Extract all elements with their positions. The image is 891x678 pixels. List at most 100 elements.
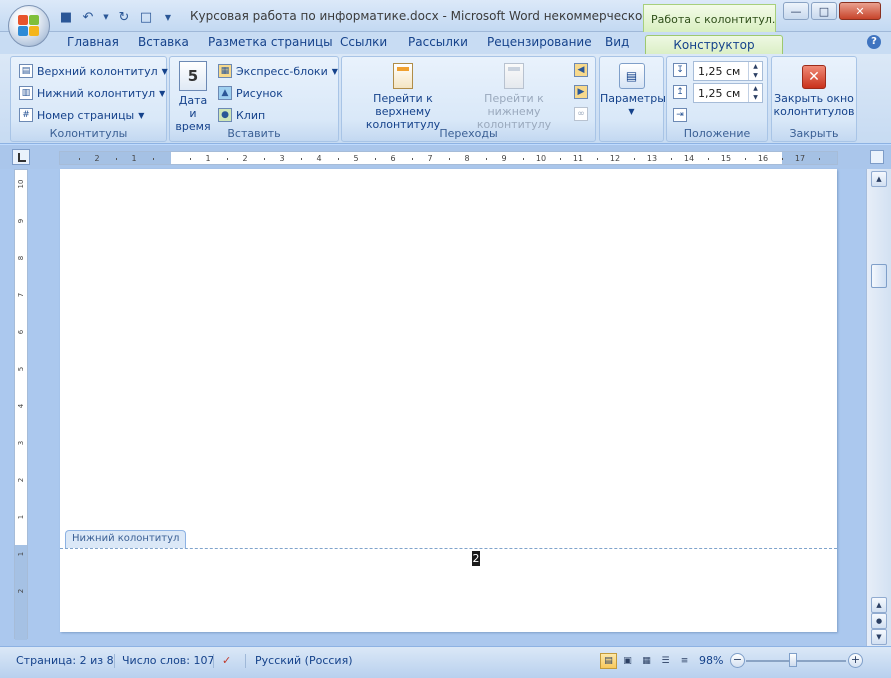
- help-icon[interactable]: ?: [867, 35, 881, 49]
- maximize-button[interactable]: □: [811, 2, 837, 20]
- tab-selector-icon[interactable]: [12, 149, 30, 165]
- next-page-icon[interactable]: ▼: [871, 629, 887, 645]
- ruler-tick-label: 17: [794, 154, 806, 163]
- spelling-check-icon[interactable]: ✓: [222, 654, 231, 667]
- close-icon: ✕: [802, 65, 826, 89]
- draft-view-icon[interactable]: ≡: [676, 653, 693, 669]
- page-number-field[interactable]: 2: [472, 551, 480, 566]
- spinner-arrows-icon[interactable]: ▲ ▼: [748, 84, 762, 102]
- group-label: Колонтитулы: [49, 127, 128, 140]
- ruler-tick-mark: [374, 158, 376, 160]
- ruler-tick-mark: [115, 158, 117, 160]
- tab-home[interactable]: Главная: [67, 35, 119, 54]
- outline-view-icon[interactable]: ☰: [657, 653, 674, 669]
- picture-button[interactable]: ▲ Рисунок: [218, 83, 283, 103]
- ruler-tick-label: 14: [683, 154, 695, 163]
- group-label: Закрыть: [789, 127, 839, 140]
- next-section-icon[interactable]: ▶: [574, 85, 588, 99]
- language-indicator[interactable]: Русский (Россия): [255, 654, 353, 667]
- footer-icon: ▥: [19, 86, 33, 100]
- options-button[interactable]: ▤ Параметры ▼: [600, 63, 666, 118]
- clip-art-button[interactable]: ● Клип: [218, 105, 265, 125]
- vertical-ruler[interactable]: 10 9 8 7 6 5 4 3 2 1 1 2: [14, 169, 28, 640]
- close-header-footer-button[interactable]: ✕ Закрыть окно колонтитулов: [772, 65, 856, 118]
- vertical-scrollbar[interactable]: ▲ ▲ ● ▼: [866, 169, 891, 646]
- web-layout-view-icon[interactable]: ▦: [638, 653, 655, 669]
- tab-view[interactable]: Вид: [605, 35, 629, 54]
- vruler-tick-label: 8: [17, 255, 25, 261]
- dropdown-arrow-icon: ▼: [138, 110, 145, 120]
- dropdown-arrow-icon: ▼: [159, 88, 166, 98]
- vruler-tick-label: 10: [17, 179, 25, 189]
- date-time-label-1: Дата и: [178, 94, 208, 120]
- document-page[interactable]: Нижний колонтитул 2: [60, 169, 837, 632]
- vruler-tick-label: 1: [17, 514, 25, 520]
- insert-alignment-tab-icon[interactable]: ⇥: [673, 108, 687, 122]
- tab-page-layout[interactable]: Разметка страницы: [208, 35, 333, 54]
- page-number-button[interactable]: # Номер страницы ▼: [19, 105, 144, 125]
- zoom-slider-thumb[interactable]: [789, 653, 797, 667]
- footer-position-value: 1,25 см: [698, 86, 741, 100]
- undo-icon[interactable]: ↶: [80, 9, 96, 25]
- horizontal-ruler[interactable]: 2 1 1 2 3 4 5 6 7 8 9 10 11 12 13 14 15 16 17: [59, 151, 838, 165]
- zoom-level[interactable]: 98%: [699, 654, 723, 667]
- browse-object-icon[interactable]: ●: [871, 613, 887, 629]
- minimize-button[interactable]: —: [783, 2, 809, 20]
- group-label: Вставить: [227, 127, 281, 140]
- spinner-arrows-icon[interactable]: ▲ ▼: [748, 62, 762, 80]
- goto-header-button[interactable]: Перейти к верхнему колонтитулу: [345, 63, 461, 131]
- save-icon[interactable]: ■: [58, 9, 74, 25]
- footer-button[interactable]: ▥ Нижний колонтитул ▼: [19, 83, 165, 103]
- page-number-icon: #: [19, 108, 33, 122]
- tab-insert[interactable]: Вставка: [138, 35, 189, 54]
- zoom-out-icon[interactable]: −: [730, 653, 745, 668]
- group-label: Переходы: [439, 127, 498, 140]
- undo-dropdown-icon[interactable]: ▼: [102, 9, 110, 25]
- ruler-tick-label: 15: [720, 154, 732, 163]
- previous-page-icon[interactable]: ▲: [871, 597, 887, 613]
- tab-design[interactable]: Конструктор: [645, 35, 783, 54]
- quick-access-toolbar: ■ ↶ ▼ ↻ □ ▼: [58, 7, 176, 27]
- word-count[interactable]: Число слов: 107: [122, 654, 215, 667]
- ruler-tick-mark: [559, 158, 561, 160]
- ruler-tick-label: 1: [205, 154, 211, 163]
- previous-section-icon[interactable]: ◀: [574, 63, 588, 77]
- group-options: ▤ Параметры ▼: [599, 56, 666, 142]
- vruler-tick-label: 4: [17, 403, 25, 409]
- tab-references[interactable]: Ссылки: [340, 35, 387, 54]
- customize-qat-icon[interactable]: ▼: [160, 9, 176, 25]
- ruler-tick-mark: [522, 158, 524, 160]
- close-label-1: Закрыть окно: [774, 92, 854, 105]
- office-logo-icon: [18, 15, 40, 37]
- footer-position-spinner[interactable]: 1,25 см ▲ ▼: [693, 83, 763, 103]
- picture-icon: ▲: [218, 86, 232, 100]
- footer-button-label: Нижний колонтитул: [37, 86, 156, 100]
- header-button[interactable]: ▤ Верхний колонтитул ▼: [19, 61, 168, 81]
- goto-footer-label-1: Перейти к нижнему: [484, 92, 544, 118]
- tab-review[interactable]: Рецензирование: [487, 35, 592, 54]
- header-icon: ▤: [19, 64, 33, 78]
- print-layout-view-icon[interactable]: ▤: [600, 653, 617, 669]
- ribbon-tabs: Главная Вставка Разметка страницы Ссылки…: [0, 32, 891, 54]
- office-button[interactable]: [8, 5, 50, 47]
- scroll-thumb[interactable]: [871, 264, 887, 288]
- date-time-button[interactable]: 5 Дата и время: [174, 61, 212, 133]
- page-indicator[interactable]: Страница: 2 из 8: [16, 654, 114, 667]
- zoom-in-icon[interactable]: +: [848, 653, 863, 668]
- view-ruler-button[interactable]: [870, 150, 884, 164]
- full-screen-reading-view-icon[interactable]: ▣: [619, 653, 636, 669]
- footer-tag: Нижний колонтитул: [65, 530, 187, 548]
- tab-mailings[interactable]: Рассылки: [408, 35, 468, 54]
- redo-icon[interactable]: ↻: [116, 9, 132, 25]
- ruler-tick-mark: [78, 158, 80, 160]
- close-window-button[interactable]: ✕: [839, 2, 881, 20]
- ruler-tick-mark: [448, 158, 450, 160]
- new-document-icon[interactable]: □: [138, 9, 154, 25]
- quick-parts-button[interactable]: ▦ Экспресс-блоки ▼: [218, 61, 338, 81]
- header-position-spinner[interactable]: 1,25 см ▲ ▼: [693, 61, 763, 81]
- ruler-tick-label: 3: [279, 154, 285, 163]
- clip-art-icon: ●: [218, 108, 232, 122]
- ruler-tick-label: 4: [316, 154, 322, 163]
- scroll-up-icon[interactable]: ▲: [871, 171, 887, 187]
- group-label: Положение: [683, 127, 751, 140]
